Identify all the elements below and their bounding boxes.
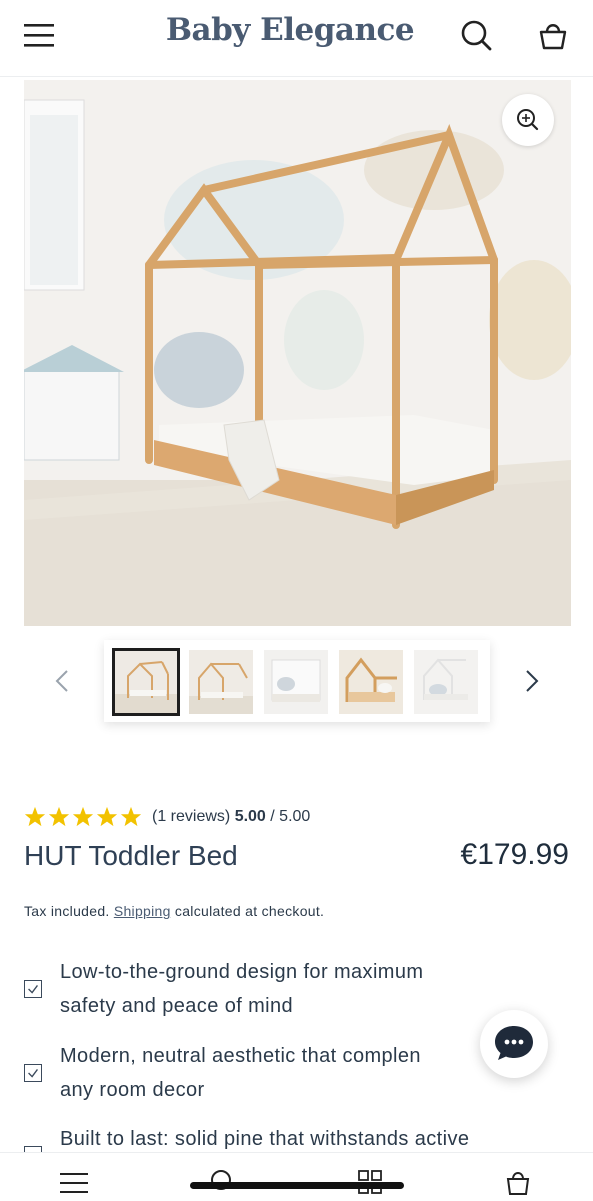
star-icon <box>24 806 46 827</box>
tax-suffix: calculated at checkout. <box>174 903 325 919</box>
menu-icon[interactable] <box>60 1171 88 1195</box>
star-icon <box>72 806 94 827</box>
chat-button[interactable] <box>480 1010 548 1078</box>
star-rating[interactable] <box>24 806 142 830</box>
feature-line: Modern, neutral aesthetic that complen <box>60 1045 421 1067</box>
zoom-in-icon <box>517 109 539 131</box>
site-header: Baby Elegance <box>0 0 593 77</box>
tax-note: Tax included. Shipping calculated at che… <box>24 903 324 919</box>
bottom-nav <box>0 1152 593 1201</box>
chat-bubble-icon <box>495 1026 533 1060</box>
tax-prefix: Tax included. <box>24 903 110 919</box>
chevron-left-icon[interactable] <box>52 668 72 694</box>
thumbnail-3[interactable] <box>264 650 328 714</box>
star-icon <box>48 806 70 827</box>
zoom-button[interactable] <box>502 94 554 146</box>
feature-line: Built to last: solid pine that withstand… <box>60 1128 470 1150</box>
rating-value: 5.00 <box>234 808 266 825</box>
shipping-link[interactable]: Shipping <box>114 903 171 919</box>
product-title: HUT Toddler Bed <box>24 840 238 871</box>
checkbox-icon <box>24 980 42 998</box>
feature-line: safety and peace of mind <box>60 995 294 1017</box>
rating-summary[interactable]: (1 reviews) 5.00 / 5.00 <box>152 808 310 826</box>
brand-logo[interactable]: Baby Elegance <box>140 12 440 48</box>
chevron-right-icon[interactable] <box>522 668 542 694</box>
bed-photo-illustration <box>24 80 571 626</box>
bag-icon[interactable] <box>504 1167 532 1197</box>
star-icon <box>96 806 118 827</box>
thumbnail-1[interactable] <box>112 648 180 716</box>
rating-max: / 5.00 <box>270 808 311 825</box>
feature-line: Low-to-the-ground design for maximum <box>60 961 424 983</box>
thumbnail-strip <box>104 640 490 722</box>
search-icon[interactable] <box>459 18 493 52</box>
thumbnail-2[interactable] <box>189 650 253 714</box>
feature-line: any room decor <box>60 1079 205 1101</box>
shopping-bag-icon[interactable] <box>536 18 570 52</box>
thumbnail-5[interactable] <box>414 650 478 714</box>
star-icon <box>120 806 142 827</box>
home-indicator <box>190 1182 404 1189</box>
checkbox-icon <box>24 1064 42 1082</box>
thumbnail-4[interactable] <box>339 650 403 714</box>
reviews-count: (1 reviews) <box>152 808 231 825</box>
product-price: €179.99 <box>460 838 569 871</box>
hamburger-menu-icon[interactable] <box>24 22 54 48</box>
product-main-image[interactable] <box>24 80 571 626</box>
